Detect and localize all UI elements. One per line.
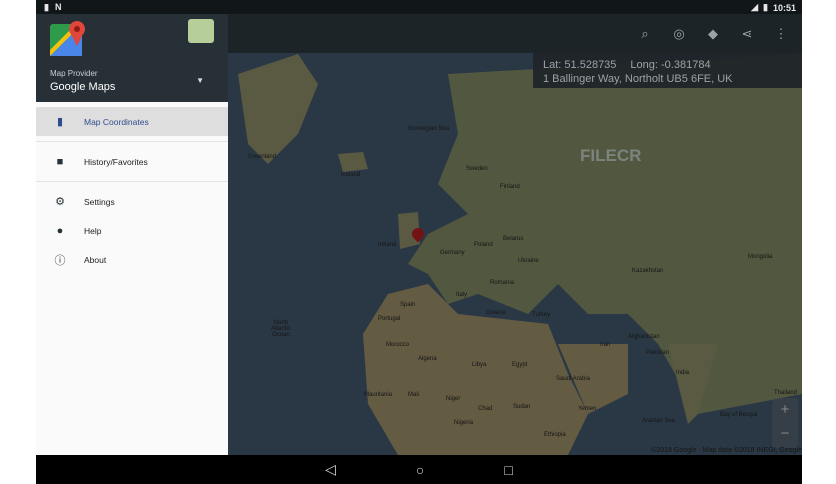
device-screen: ▮ N ◢ ▮ 10:51 Greenland Norwegian Sea Icela…: [36, 0, 802, 484]
map-provider-label: Map Provider: [50, 69, 98, 78]
battery-icon: ▮: [763, 2, 768, 12]
drawer-item-label: Help: [84, 225, 102, 236]
drawer-item-history-favorites[interactable]: ■ History/Favorites: [36, 147, 228, 176]
drawer-item-map-coordinates[interactable]: ▮ Map Coordinates: [36, 107, 228, 136]
chevron-down-icon[interactable]: ▼: [196, 76, 204, 85]
drawer-item-settings[interactable]: ⚙ Settings: [36, 187, 228, 216]
gear-icon: ⚙: [55, 196, 65, 208]
sd-card-icon: ▮: [44, 2, 49, 12]
drawer-header: Map Provider Google Maps ▼: [36, 14, 228, 102]
drawer-item-label: Settings: [84, 196, 115, 207]
divider: [36, 181, 228, 182]
status-bar: ▮ N ◢ ▮ 10:51: [36, 0, 802, 14]
map-provider-value[interactable]: Google Maps: [50, 81, 115, 93]
long-label: Long:: [630, 59, 658, 71]
search-icon[interactable]: ⌕: [636, 26, 654, 42]
my-location-icon[interactable]: ◎: [670, 26, 688, 42]
recents-button[interactable]: □: [504, 462, 512, 478]
n-notification-icon: N: [54, 2, 62, 12]
signal-icon: ◢: [751, 2, 759, 12]
back-button[interactable]: ◁: [325, 461, 336, 478]
lat-label: Lat:: [543, 59, 562, 71]
address: 1 Ballinger Way, Northolt UB5 6FE, UK: [543, 73, 733, 85]
drawer-item-label: Map Coordinates: [84, 116, 149, 127]
divider: [36, 141, 228, 142]
drawer-item-label: History/Favorites: [84, 156, 148, 167]
home-button[interactable]: ○: [416, 462, 424, 478]
history-icon: ■: [56, 155, 64, 168]
more-icon[interactable]: ⋮: [772, 26, 790, 42]
drawer-item-label: About: [84, 254, 107, 265]
map-icon: ▮: [56, 116, 64, 128]
google-maps-logo-icon: [50, 21, 85, 56]
coordinates-panel: Lat: 51.528735 Long: -0.381784 1 Ballinge…: [533, 53, 802, 88]
drawer-item-about[interactable]: ⓘ About: [36, 245, 228, 274]
share-icon[interactable]: ⋖: [738, 26, 756, 42]
clock: 10:51: [772, 2, 796, 13]
help-icon: ●: [56, 224, 64, 237]
lat-value: 51.528735: [564, 59, 617, 71]
long-value: -0.381784: [661, 59, 711, 71]
navigation-drawer: Map Provider Google Maps ▼ ▮ Map Coordina…: [36, 14, 228, 455]
info-icon: ⓘ: [54, 254, 66, 267]
drawer-item-help[interactable]: ● Help: [36, 216, 228, 245]
system-nav-bar: ◁ ○ □: [36, 455, 802, 484]
map-search-icon[interactable]: [188, 19, 214, 43]
app-toolbar: ⌕ ◎ ◆ ⋖ ⋮: [228, 14, 802, 53]
directions-icon[interactable]: ◆: [704, 26, 722, 42]
